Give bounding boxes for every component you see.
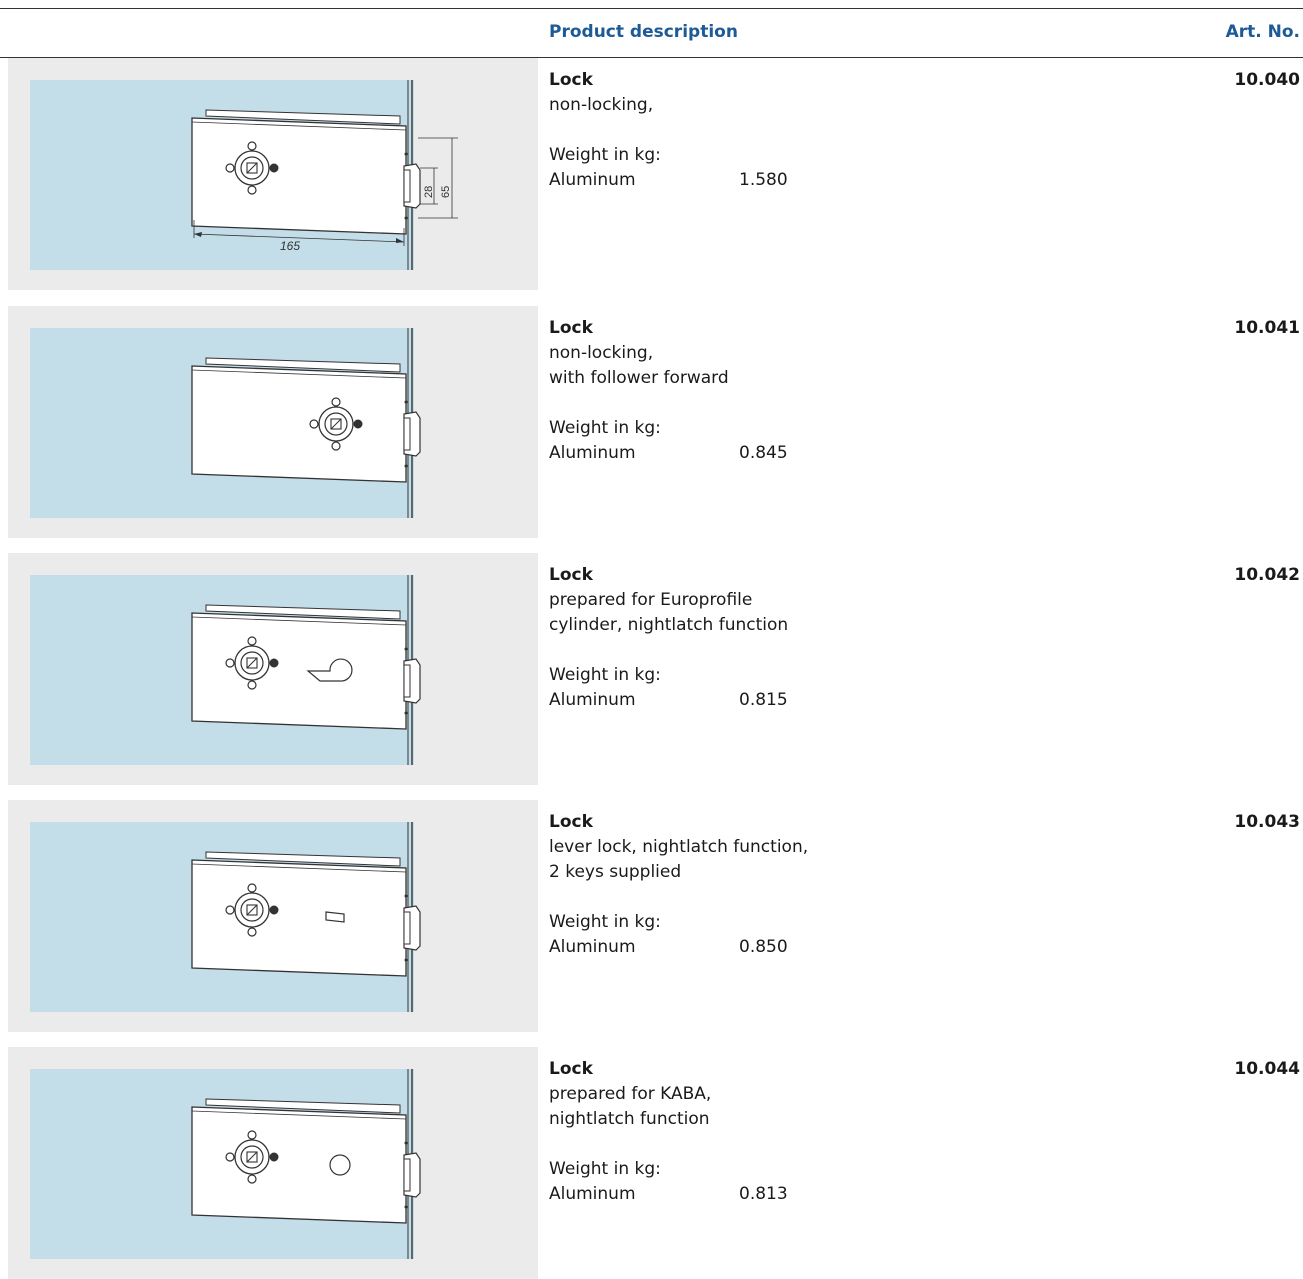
product-row: Lock non-locking, with follower forward …: [0, 306, 1303, 538]
product-line: 2 keys supplied: [549, 862, 682, 882]
product-description: Lock lever lock, nightlatch function, 2 …: [549, 810, 808, 960]
weight-label: Weight in kg:: [549, 1159, 661, 1179]
product-image-panel: 165 28 65: [8, 58, 538, 290]
weight-label: Weight in kg:: [549, 665, 661, 685]
lock-drawing-icon: [30, 328, 421, 518]
product-title: Lock: [549, 812, 593, 832]
weight-value: 1.580: [739, 170, 788, 190]
material: Aluminum: [549, 170, 636, 190]
lock-body: [191, 1098, 421, 1224]
product-line: lever lock, nightlatch function,: [549, 837, 809, 857]
product-row: 165 28 65 Lock non-locking, Weight in kg: …: [0, 58, 1303, 290]
product-description: Lock prepared for Europrofile cylinder, …: [549, 563, 788, 713]
weight-value: 0.850: [739, 937, 788, 957]
product-line: non-locking,: [549, 343, 654, 363]
material: Aluminum: [549, 443, 636, 463]
product-image-panel: [8, 553, 538, 785]
lock-drawing-icon: [30, 575, 421, 765]
product-line: prepared for Europrofile: [549, 590, 753, 610]
lock-body: [191, 604, 421, 730]
product-image-panel: [8, 306, 538, 538]
article-number: 10.041: [1234, 318, 1300, 338]
lock-drawing-icon: 165 28 65: [30, 80, 458, 270]
product-description: Lock non-locking, Weight in kg: Aluminum…: [549, 68, 788, 193]
product-description: Lock prepared for KABA, nightlatch funct…: [549, 1057, 788, 1207]
article-number: 10.043: [1234, 812, 1300, 832]
product-row: Lock prepared for KABA, nightlatch funct…: [0, 1047, 1303, 1279]
article-number: 10.044: [1234, 1059, 1300, 1079]
product-line: nightlatch function: [549, 1109, 710, 1129]
product-image-panel: [8, 1047, 538, 1279]
product-title: Lock: [549, 565, 593, 585]
product-line: cylinder, nightlatch function: [549, 615, 789, 635]
lock-body: [191, 851, 421, 977]
material: Aluminum: [549, 937, 636, 957]
dimension-h1-label: 28: [423, 186, 435, 198]
product-line: prepared for KABA,: [549, 1084, 712, 1104]
material: Aluminum: [549, 1184, 636, 1204]
product-description: Lock non-locking, with follower forward …: [549, 316, 788, 466]
keyhole-icon: [325, 911, 345, 923]
dimension-h2-label: 65: [440, 186, 452, 198]
lock-body: [191, 357, 421, 483]
article-number: 10.040: [1234, 70, 1300, 90]
product-line: with follower forward: [549, 368, 729, 388]
product-row: Lock prepared for Europrofile cylinder, …: [0, 553, 1303, 785]
article-number: 10.042: [1234, 565, 1300, 585]
product-title: Lock: [549, 1059, 593, 1079]
column-header-art-no: Art. No.: [1225, 22, 1300, 42]
weight-value: 0.813: [739, 1184, 788, 1204]
weight-value: 0.845: [739, 443, 788, 463]
dimension-width-label: 165: [280, 239, 300, 253]
product-image-panel: [8, 800, 538, 1032]
table-header: Product description Art. No.: [0, 9, 1303, 57]
kaba-hole-icon: [329, 1154, 351, 1176]
product-title: Lock: [549, 318, 593, 338]
lock-drawing-icon: [30, 822, 421, 1012]
product-title: Lock: [549, 70, 593, 90]
weight-value: 0.815: [739, 690, 788, 710]
column-header-description: Product description: [549, 22, 738, 42]
weight-label: Weight in kg:: [549, 912, 661, 932]
weight-label: Weight in kg:: [549, 145, 661, 165]
product-line: non-locking,: [549, 95, 654, 115]
material: Aluminum: [549, 690, 636, 710]
product-row: Lock lever lock, nightlatch function, 2 …: [0, 800, 1303, 1032]
lock-drawing-icon: [30, 1069, 421, 1259]
weight-label: Weight in kg:: [549, 418, 661, 438]
lock-body: [191, 109, 421, 235]
